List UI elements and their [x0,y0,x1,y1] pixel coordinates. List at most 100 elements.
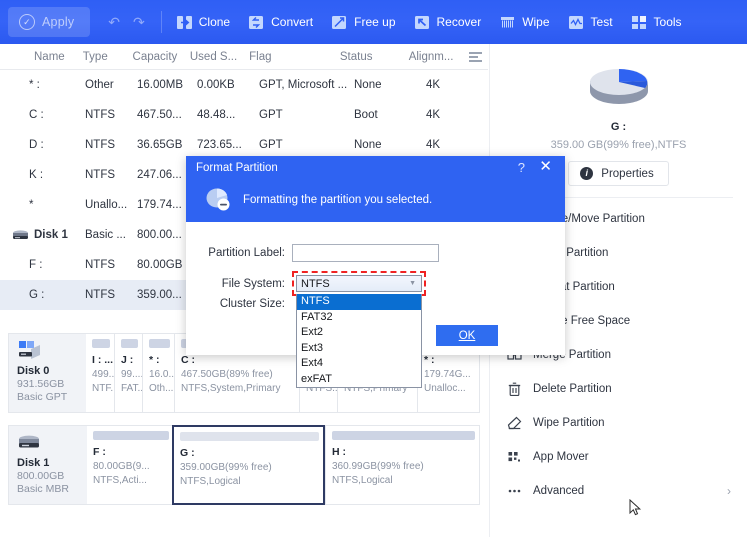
disk-map-partition[interactable]: J : 99.... FAT... [114,334,142,412]
toolbar-items: Clone Convert Free up Recover Wipe Test … [176,14,682,31]
toolbar-item-wipe[interactable]: Wipe [499,14,550,31]
dialog-body: Partition Label: File System: NTFS ▼ NTF… [186,222,642,516]
cell-type: Unallo... [85,199,128,211]
properties-button[interactable]: i Properties [568,161,669,186]
disk-map-partition[interactable]: F : 80.00GB(9... NTFS,Acti... [87,426,173,504]
usage-bar [332,431,475,440]
disk-map-partition[interactable]: I : ... 499... NTF... [86,334,114,412]
app-mover-icon [506,450,522,464]
partition-letter: H : [332,446,346,458]
cell-used-size: 723.65... [197,139,242,151]
toolbar-item-convert[interactable]: Convert [248,14,313,31]
disk-size: 800.00GB [17,470,65,482]
table-row[interactable]: C : NTFS 467.50... 48.48... GPT Boot 4K [0,100,488,130]
cluster-size-label: Cluster Size: [219,298,285,310]
partition-filesystem: NTFS,Logical [332,475,393,486]
dialog-message: Formatting the partition you selected. [243,194,433,206]
properties-button-label: Properties [601,167,654,180]
column-header-status[interactable]: Status [337,51,406,63]
disk-partitions: F : 80.00GB(9... NTFS,Acti... G : 359.00GB(9… [87,425,479,505]
file-system-label: File System: [221,277,285,290]
toolbar-item-tools[interactable]: Tools [631,14,682,31]
menu-item-wipe-partition[interactable]: Wipe Partition [490,406,747,440]
cell-name: G : [29,289,45,301]
column-header-alignment[interactable]: Alignm... [406,51,460,63]
disk-size: 931.56GB [17,378,65,390]
check-icon: ✓ [19,14,35,30]
toolbar-item-label: Free up [354,15,396,29]
partition-usage-chart [490,57,747,115]
dialog-title: Format Partition [196,162,278,174]
partition-capacity: 499... [92,369,114,380]
menu-item-delete-partition[interactable]: Delete Partition [490,372,747,406]
dropdown-option-ext3[interactable]: Ext3 [297,341,421,357]
column-settings-button[interactable] [459,51,488,62]
column-header-type[interactable]: Type [80,51,130,63]
column-header-flag[interactable]: Flag [246,51,337,63]
cluster-size-row: Cluster Size: [186,298,285,310]
table-row[interactable]: * : Other 16.00MB 0.00KB GPT, Microsoft ... N… [0,70,488,100]
cell-name: * : [29,79,40,91]
cell-status: None [354,139,382,151]
test-icon [568,14,585,31]
cell-type: NTFS [85,289,116,301]
dropdown-option-fat32[interactable]: FAT32 [297,310,421,326]
undo-icon[interactable]: ↶ [108,15,120,29]
partition-letter: C : [181,354,195,366]
wipe-icon [499,14,516,31]
convert-icon [248,14,265,31]
cell-type: NTFS [85,169,116,181]
column-settings-icon [468,51,482,62]
clone-icon [176,14,193,31]
cell-type: Other [85,79,114,91]
dropdown-option-ext4[interactable]: Ext4 [297,356,421,372]
partition-letter: * : [424,354,435,366]
disk-map-partition[interactable]: * : 16.0... Oth... [142,334,174,412]
dialog-close-button[interactable]: ✕ [539,158,552,176]
cell-status: Boot [354,109,378,121]
partition-label-input[interactable] [292,244,439,262]
partition-capacity: 80.00GB(9... [93,461,150,472]
toolbar-item-clone[interactable]: Clone [176,14,230,31]
column-header-name[interactable]: Name [0,51,80,63]
disk-icon [12,229,29,241]
usage-bar [149,339,170,348]
menu-item-app-mover[interactable]: App Mover [490,440,747,474]
menu-item-label: Delete Partition [533,383,612,395]
column-header-used-size[interactable]: Used S... [187,51,246,63]
dropdown-option-ntfs[interactable]: NTFS [297,294,421,310]
app-window: ✓ Apply ↶ ↷ Clone Convert Free up Recove… [0,0,747,537]
dropdown-option-ext2[interactable]: Ext2 [297,325,421,341]
cell-name: * [29,199,34,211]
toolbar-item-label: Clone [198,15,231,29]
partition-filesystem: Unalloc... [424,383,466,394]
usage-bar [93,431,169,440]
cell-flag: GPT, Microsoft ... [259,79,348,91]
cell-name: K : [29,169,44,181]
disk-card[interactable]: Disk 1 800.00GB Basic MBR F : 80.00GB(9... NT… [8,425,480,505]
dialog-help-button[interactable]: ? [518,160,525,175]
column-header-capacity[interactable]: Capacity [130,51,187,63]
disk-icon [17,432,87,454]
disk-name: Disk 1 [17,457,50,469]
disk-icon [17,340,86,362]
file-system-select[interactable]: NTFS ▼ [296,275,422,292]
table-header-row: Name Type Capacity Used S... Flag Status… [0,44,488,70]
toolbar-item-recover[interactable]: Recover [414,14,481,31]
disk-map-partition[interactable]: H : 360.99GB(99% free) NTFS,Logical [325,426,479,504]
disk-map-partition[interactable]: G : 359.00GB(99% free) NTFS,Logical [172,425,325,505]
toolbar-item-free-up[interactable]: Free up [331,14,396,31]
redo-icon[interactable]: ↷ [133,15,145,29]
toolbar-item-test[interactable]: Test [568,14,613,31]
menu-item-advanced[interactable]: Advanced › [490,474,747,508]
dropdown-option-exfat[interactable]: exFAT [297,372,421,388]
partition-capacity: 359.00GB(99% free) [180,462,272,473]
partition-filesystem: NTFS,Acti... [93,475,147,486]
file-system-dropdown[interactable]: NTFS FAT32 Ext2 Ext3 Ext4 exFAT [296,294,422,388]
apply-button[interactable]: ✓ Apply [8,7,91,37]
partition-capacity: 16.0... [149,369,174,380]
ok-button[interactable]: OK [436,325,498,346]
ok-button-label: OK [458,329,476,342]
cell-status: None [354,79,382,91]
disk-info: Disk 1 800.00GB Basic MBR [9,426,87,504]
